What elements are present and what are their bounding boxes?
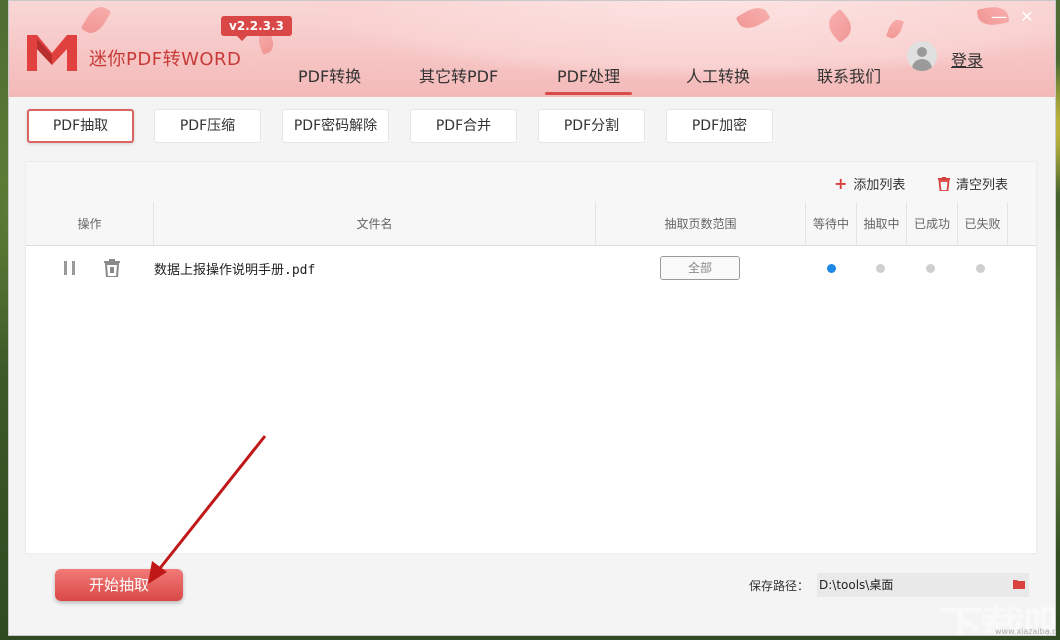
pause-icon[interactable] — [64, 261, 76, 275]
start-extract-button[interactable]: 开始抽取 — [55, 569, 183, 601]
user-avatar-icon[interactable] — [907, 41, 937, 71]
status-extracting-dot — [876, 264, 885, 273]
clear-list-button[interactable]: 清空列表 — [938, 174, 1008, 193]
watermark-url: www.xiazaiba.com — [995, 627, 1056, 636]
minimize-button[interactable]: — — [989, 7, 1009, 27]
folder-icon[interactable] — [1013, 579, 1025, 589]
file-name: 数据上报操作说明手册.pdf — [154, 263, 316, 278]
nav-pdf-convert[interactable]: PDF转换 — [298, 63, 361, 87]
list-toolbar: + 添加列表 清空列表 — [26, 162, 1036, 202]
column-header-success: 已成功 — [913, 217, 950, 231]
main-nav: PDF转换 其它转PDF PDF处理 人工转换 联系我们 — [9, 63, 1055, 95]
close-button[interactable]: ✕ — [1017, 7, 1037, 27]
app-header: 迷你PDF转WORD v2.2.3.3 PDF转换 其它转PDF PDF处理 人… — [9, 1, 1055, 97]
status-waiting-dot — [827, 264, 836, 273]
version-badge: v2.2.3.3 — [221, 16, 292, 41]
delete-row-trash-icon[interactable] — [104, 259, 120, 277]
nav-contact-us[interactable]: 联系我们 — [817, 63, 881, 87]
app-window: 迷你PDF转WORD v2.2.3.3 PDF转换 其它转PDF PDF处理 人… — [8, 0, 1056, 636]
save-path-value: D:\tools\桌面 — [819, 578, 894, 592]
tab-pdf-split[interactable]: PDF分割 — [538, 109, 645, 143]
clear-list-label: 清空列表 — [956, 178, 1009, 193]
add-list-button[interactable]: + 添加列表 — [834, 174, 905, 193]
status-success-dot — [926, 264, 935, 273]
nav-pdf-process[interactable]: PDF处理 — [544, 63, 633, 95]
save-path-label: 保存路径： — [749, 579, 810, 593]
status-failed-dot — [976, 264, 985, 273]
sub-tabs: PDF抽取 PDF压缩 PDF密码解除 PDF合并 PDF分割 PDF加密 — [9, 109, 1055, 145]
tab-pdf-compress[interactable]: PDF压缩 — [154, 109, 261, 143]
column-header-extracting: 抽取中 — [863, 217, 900, 231]
page-range-button[interactable]: 全部 — [660, 256, 740, 280]
column-header-page-range: 抽取页数范围 — [664, 217, 737, 231]
nav-manual-convert[interactable]: 人工转换 — [686, 63, 750, 87]
column-header-filename: 文件名 — [356, 217, 393, 231]
plus-icon: + — [834, 173, 848, 193]
table-header: 操作 文件名 抽取页数范围 等待中 抽取中 已成功 已失败 — [26, 202, 1036, 246]
trash-icon — [938, 176, 950, 191]
nav-other-to-pdf[interactable]: 其它转PDF — [419, 63, 498, 87]
table-row: 数据上报操作说明手册.pdf 全部 — [26, 247, 1036, 289]
column-header-failed: 已失败 — [964, 217, 1001, 231]
tab-pdf-merge[interactable]: PDF合并 — [410, 109, 517, 143]
tab-pdf-extract[interactable]: PDF抽取 — [27, 109, 134, 143]
login-link[interactable]: 登录 — [951, 47, 983, 71]
tab-pdf-unlock[interactable]: PDF密码解除 — [282, 109, 389, 143]
column-header-actions: 操作 — [77, 217, 102, 231]
file-list-panel: + 添加列表 清空列表 操作 文件名 抽取页数范围 等待中 抽取中 已成功 已失… — [25, 161, 1037, 554]
column-header-waiting: 等待中 — [812, 217, 849, 231]
tab-pdf-encrypt[interactable]: PDF加密 — [666, 109, 773, 143]
petal-decoration — [80, 2, 112, 38]
add-list-label: 添加列表 — [853, 178, 906, 193]
